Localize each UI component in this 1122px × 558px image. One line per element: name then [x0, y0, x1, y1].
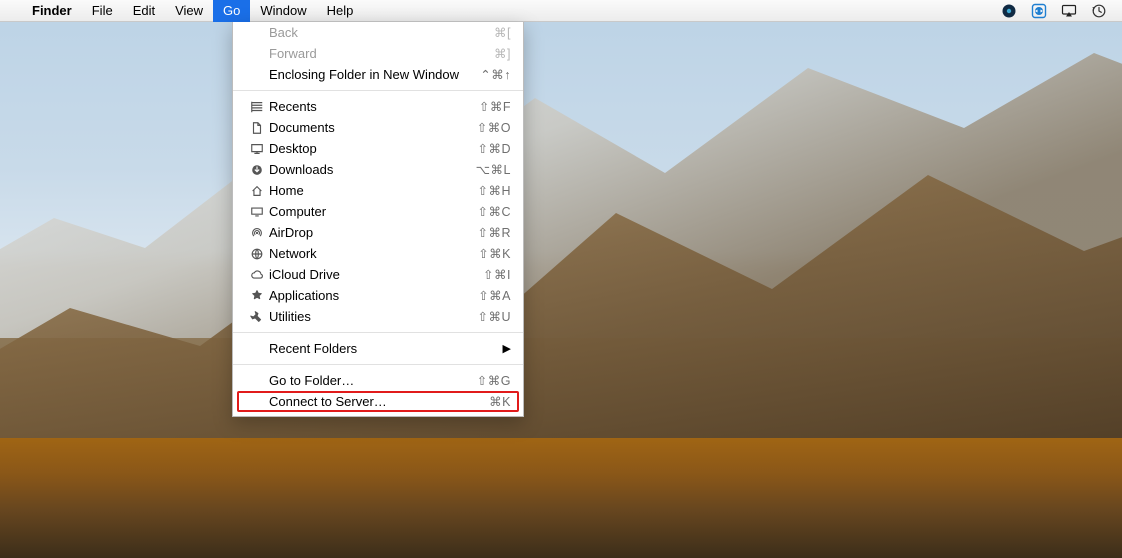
menu-shortcut: ⌘]: [494, 46, 511, 61]
menu-shortcut: ⌘K: [489, 394, 511, 409]
menu-item-back: Back ⌘[: [233, 22, 523, 43]
menu-shortcut: ⇧⌘G: [477, 373, 511, 388]
menu-shortcut: ⇧⌘K: [478, 246, 511, 261]
menu-item-label: Go to Folder…: [267, 373, 354, 388]
menu-item-connect-to-server[interactable]: Connect to Server… ⌘K: [233, 391, 523, 412]
menu-item-utilities[interactable]: Utilities ⇧⌘U: [233, 306, 523, 327]
menu-shortcut: ⌃⌘↑: [480, 67, 511, 82]
menu-item-documents[interactable]: Documents ⇧⌘O: [233, 117, 523, 138]
menu-item-desktop[interactable]: Desktop ⇧⌘D: [233, 138, 523, 159]
desktop-wallpaper: [0, 0, 1122, 558]
go-menu-dropdown: Back ⌘[ Forward ⌘] Enclosing Folder in New W…: [232, 22, 524, 417]
menu-shortcut: ⇧⌘R: [477, 225, 511, 240]
desktop-icon: [247, 142, 267, 156]
computer-icon: [247, 205, 267, 219]
menu-item-label: Utilities: [267, 309, 311, 324]
menu-item-label: Recent Folders: [267, 341, 357, 356]
menu-item-label: Recents: [267, 99, 317, 114]
menu-item-network[interactable]: Network ⇧⌘K: [233, 243, 523, 264]
menu-item-label: Network: [267, 246, 317, 261]
applications-icon: [247, 289, 267, 303]
timemachine-icon[interactable]: [1090, 2, 1108, 20]
menu-item-label: Connect to Server…: [267, 394, 387, 409]
menu-item-label: Forward: [267, 46, 317, 61]
recents-icon: [247, 100, 267, 114]
menu-shortcut: ⇧⌘F: [479, 99, 511, 114]
icloud-icon: [247, 268, 267, 282]
menu-item-label: Downloads: [267, 162, 333, 177]
menu-separator: [233, 364, 523, 365]
menu-shortcut: ⌥⌘L: [476, 162, 511, 177]
menu-item-airdrop[interactable]: AirDrop ⇧⌘R: [233, 222, 523, 243]
airplay-icon[interactable]: [1060, 2, 1078, 20]
menu-file[interactable]: File: [82, 0, 123, 22]
menu-item-recents[interactable]: Recents ⇧⌘F: [233, 96, 523, 117]
menu-shortcut: ⌘[: [494, 25, 511, 40]
teamviewer-icon[interactable]: [1030, 2, 1048, 20]
status-icon-1[interactable]: [1000, 2, 1018, 20]
menu-item-label: Applications: [267, 288, 339, 303]
menu-item-label: Back: [267, 25, 298, 40]
menu-item-label: Enclosing Folder in New Window: [267, 67, 459, 82]
menu-item-computer[interactable]: Computer ⇧⌘C: [233, 201, 523, 222]
home-icon: [247, 184, 267, 198]
menu-item-home[interactable]: Home ⇧⌘H: [233, 180, 523, 201]
downloads-icon: [247, 163, 267, 177]
menu-help[interactable]: Help: [317, 0, 364, 22]
submenu-arrow-icon: ▶: [503, 342, 511, 355]
menu-separator: [233, 332, 523, 333]
network-icon: [247, 247, 267, 261]
menu-item-label: Documents: [267, 120, 335, 135]
menu-item-applications[interactable]: Applications ⇧⌘A: [233, 285, 523, 306]
menu-item-label: Home: [267, 183, 304, 198]
menu-item-label: Computer: [267, 204, 326, 219]
app-menu[interactable]: Finder: [22, 0, 82, 22]
menu-shortcut: ⇧⌘U: [477, 309, 511, 324]
menu-item-go-to-folder[interactable]: Go to Folder… ⇧⌘G: [233, 370, 523, 391]
menubar: Finder File Edit View Go Window Help: [0, 0, 1122, 22]
menu-shortcut: ⇧⌘O: [477, 120, 511, 135]
menu-item-label: AirDrop: [267, 225, 313, 240]
menu-view[interactable]: View: [165, 0, 213, 22]
menu-shortcut: ⇧⌘D: [477, 141, 511, 156]
menu-shortcut: ⇧⌘A: [478, 288, 511, 303]
menu-edit[interactable]: Edit: [123, 0, 165, 22]
menu-window[interactable]: Window: [250, 0, 316, 22]
airdrop-icon: [247, 226, 267, 240]
menu-item-forward: Forward ⌘]: [233, 43, 523, 64]
menu-item-label: Desktop: [267, 141, 317, 156]
utilities-icon: [247, 310, 267, 324]
documents-icon: [247, 121, 267, 135]
menu-item-enclosing-folder-in-new-window[interactable]: Enclosing Folder in New Window ⌃⌘↑: [233, 64, 523, 85]
menu-item-label: iCloud Drive: [267, 267, 340, 282]
menu-shortcut: ⇧⌘H: [477, 183, 511, 198]
menu-go[interactable]: Go: [213, 0, 250, 22]
menu-item-recent-folders[interactable]: Recent Folders ▶: [233, 338, 523, 359]
menu-separator: [233, 90, 523, 91]
menu-shortcut: ⇧⌘C: [477, 204, 511, 219]
menu-item-downloads[interactable]: Downloads ⌥⌘L: [233, 159, 523, 180]
menu-item-icloud-drive[interactable]: iCloud Drive ⇧⌘I: [233, 264, 523, 285]
menu-shortcut: ⇧⌘I: [483, 267, 511, 282]
